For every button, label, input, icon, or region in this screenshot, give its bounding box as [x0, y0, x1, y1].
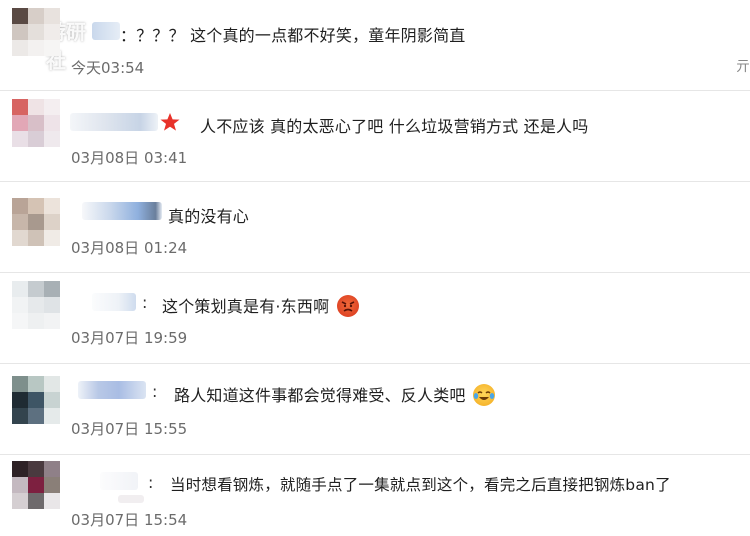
avatar[interactable] — [12, 376, 60, 424]
comment-time: 03月08日 03:41 — [71, 149, 188, 167]
comment-row: : 这个策划真是有·东西啊 03月07日 19:59 — [0, 273, 750, 363]
comment-row: : 路人知道这件事都会觉得难受、反人类吧 03月07日 15:55 — [0, 364, 750, 454]
avatar[interactable] — [12, 99, 60, 147]
comment-row: ：？？？ 这个真的一点都不好笑，童年阴影简直 今天03:54 亓 — [0, 0, 750, 90]
laughing-crying-emoji — [472, 384, 495, 406]
username-blurred[interactable] — [92, 22, 120, 40]
blurred-patch — [118, 495, 144, 503]
comment-text-content: 这个策划真是有·东西啊 — [162, 297, 330, 316]
colon-separator: : — [152, 382, 158, 401]
comment-text: 真的没有心 — [168, 207, 250, 226]
comment-text: 人不应该 真的太恶心了吧 什么垃圾营销方式 还是人吗 — [200, 117, 589, 136]
colon-separator: : — [142, 293, 148, 312]
avatar[interactable] — [12, 461, 60, 509]
username-blurred[interactable] — [82, 202, 162, 220]
comment-time: 今天03:54 — [71, 59, 145, 77]
username-blurred[interactable] — [100, 472, 138, 490]
colon-separator: : — [148, 473, 154, 492]
avatar[interactable] — [12, 198, 60, 246]
avatar[interactable] — [12, 281, 60, 329]
username-blurred[interactable] — [70, 113, 158, 131]
avatar[interactable] — [12, 8, 60, 56]
comment-time: 03月07日 15:54 — [71, 511, 188, 529]
username-blurred[interactable] — [92, 293, 136, 311]
comment-text: 这个策划真是有·东西啊 — [162, 293, 359, 317]
comment-time: 03月08日 01:24 — [71, 239, 188, 257]
comment-time: 03月07日 19:59 — [71, 329, 188, 347]
comment-text: 当时想看钢炼，就随手点了一集就点到这个，看完之后直接把钢炼ban了 — [170, 476, 671, 494]
comment-text-content: 路人知道这件事都会觉得难受、反人类吧 — [174, 386, 466, 405]
comment-row: 人不应该 真的太恶心了吧 什么垃圾营销方式 还是人吗 03月08日 03:41 — [0, 91, 750, 181]
comment-row: : 当时想看钢炼，就随手点了一集就点到这个，看完之后直接把钢炼ban了 03月0… — [0, 455, 750, 536]
comment-text: ：？？？ 这个真的一点都不好笑，童年阴影简直 — [120, 26, 466, 45]
more-indicator: 亓 — [736, 59, 750, 75]
comment-text: 路人知道这件事都会觉得难受、反人类吧 — [174, 382, 495, 406]
username-blurred[interactable] — [78, 381, 146, 399]
star-icon — [160, 113, 180, 131]
comment-time: 03月07日 15:55 — [71, 420, 188, 438]
comment-row: 真的没有心 03月08日 01:24 — [0, 182, 750, 272]
angry-face-emoji — [336, 295, 359, 317]
